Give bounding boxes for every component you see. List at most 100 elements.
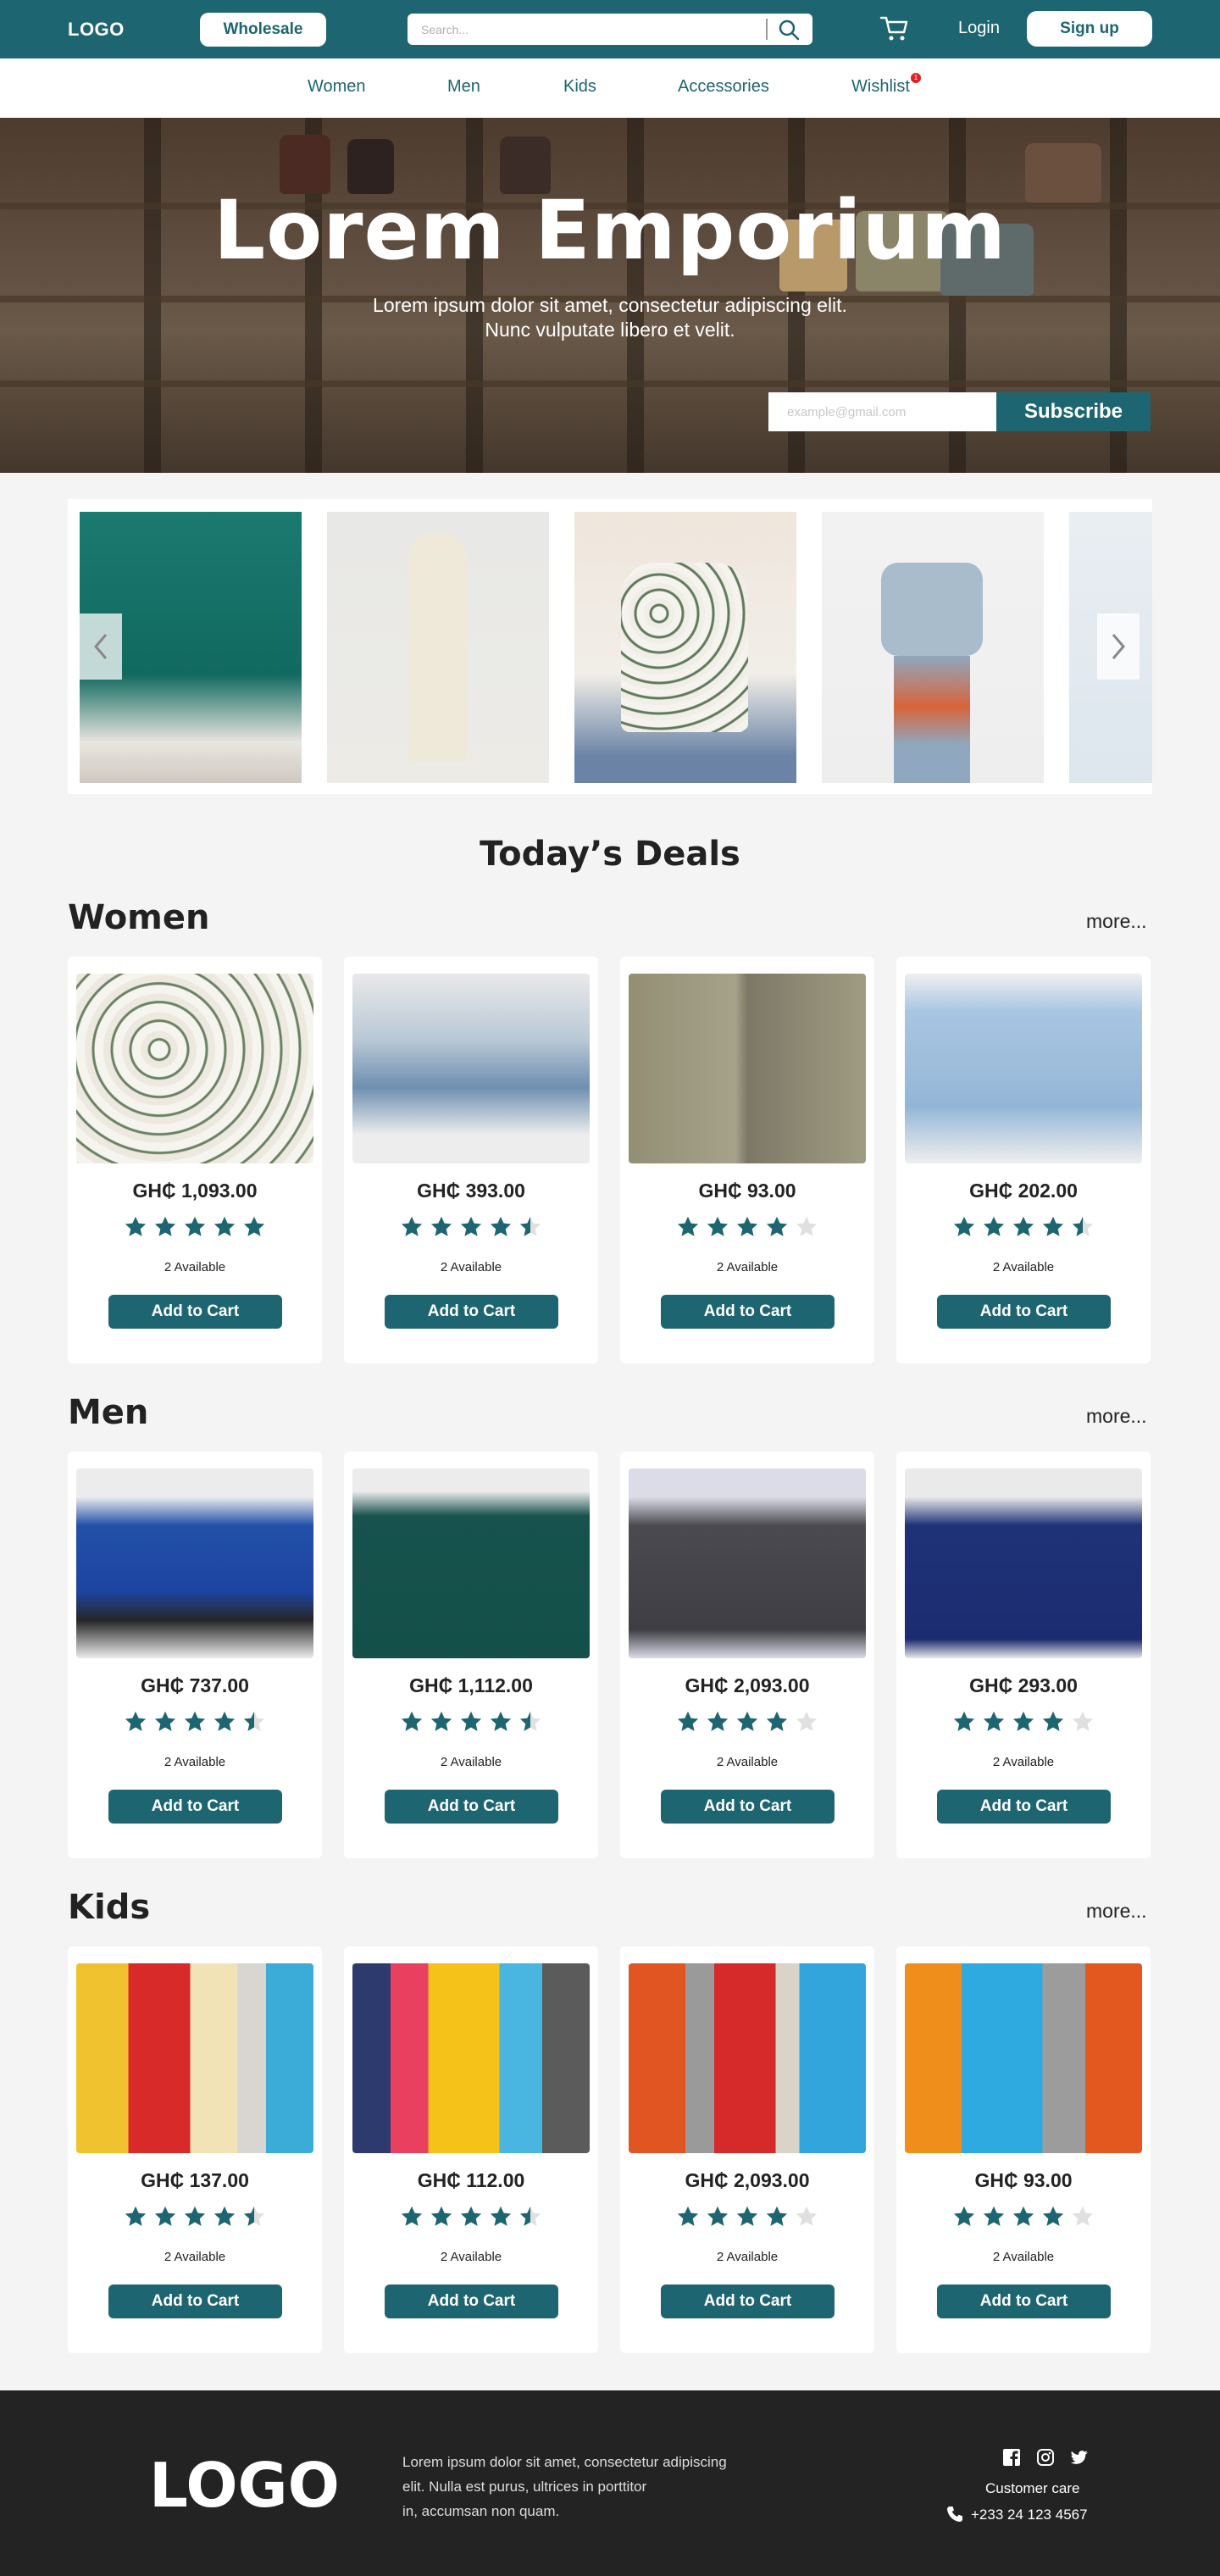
add-to-cart-button[interactable]: Add to Cart	[661, 1790, 835, 1824]
nav-item-men[interactable]: Men	[447, 77, 480, 97]
hero-subtitle-line: Nunc vulputate libero et velit.	[485, 319, 735, 341]
product-price: GH₵ 93.00	[974, 2169, 1073, 2191]
product-image[interactable]	[629, 974, 866, 1163]
carousel-image[interactable]	[327, 512, 549, 783]
product-image[interactable]	[905, 1468, 1142, 1658]
add-to-cart-button[interactable]: Add to Cart	[108, 2285, 282, 2318]
more-link-kids[interactable]: more...	[1086, 1900, 1147, 1923]
product-availability: 2 Available	[440, 1755, 502, 1769]
product-card[interactable]: GH₵ 2,093.00 2 Available Add to Cart	[620, 1946, 874, 2353]
add-to-cart-button[interactable]: Add to Cart	[108, 1295, 282, 1329]
product-availability: 2 Available	[164, 1260, 226, 1274]
star-icon	[401, 1711, 423, 1731]
nav-item-women[interactable]: Women	[308, 77, 366, 97]
add-to-cart-button[interactable]: Add to Cart	[108, 1790, 282, 1824]
product-card[interactable]: GH₵ 737.00 2 Available Add to Cart	[68, 1452, 322, 1858]
product-image[interactable]	[629, 1468, 866, 1658]
product-availability: 2 Available	[716, 1755, 779, 1769]
add-to-cart-button[interactable]: Add to Cart	[661, 2285, 835, 2318]
carousel-prev-button[interactable]	[80, 613, 122, 680]
product-availability: 2 Available	[164, 1755, 226, 1769]
star-icon	[430, 1216, 452, 1236]
product-image[interactable]	[76, 1963, 313, 2153]
floral-blouse	[621, 563, 748, 732]
product-image[interactable]	[352, 1468, 590, 1658]
product-rating	[620, 2205, 874, 2230]
customer-care-label: Customer care	[985, 2480, 1080, 2496]
carousel-image[interactable]	[822, 512, 1044, 783]
phone-number[interactable]: +233 24 123 4567	[971, 2507, 1088, 2523]
search-bar	[408, 14, 812, 45]
nav-item-kids[interactable]: Kids	[563, 77, 596, 97]
footer-text-line: elit. Nulla est purus, ultrices in portt…	[402, 2479, 647, 2495]
header-logo[interactable]: LOGO	[68, 19, 125, 41]
product-card[interactable]: GH₵ 1,093.00 2 Available Add to Cart	[68, 957, 322, 1363]
product-carousel[interactable]	[68, 499, 1152, 794]
denim-jacket	[881, 563, 983, 656]
product-availability: 2 Available	[440, 2250, 502, 2264]
star-icon	[154, 2206, 176, 2226]
login-link[interactable]: Login	[958, 19, 1000, 38]
star-icon	[1012, 2206, 1034, 2226]
more-link-men[interactable]: more...	[1086, 1405, 1147, 1428]
product-card[interactable]: GH₵ 393.00 2 Available Add to Cart	[344, 957, 598, 1363]
product-image[interactable]	[352, 1963, 590, 2153]
signup-button[interactable]: Sign up	[1027, 11, 1152, 47]
star-icon	[766, 1711, 788, 1731]
add-to-cart-button[interactable]: Add to Cart	[661, 1295, 835, 1329]
search-button[interactable]	[772, 16, 806, 42]
product-card[interactable]: GH₵ 1,112.00 2 Available Add to Cart	[344, 1452, 598, 1858]
product-rating	[344, 2205, 598, 2230]
footer-text-line: in, accumsan non quam.	[402, 2503, 560, 2519]
star-icon	[707, 1216, 729, 1236]
star-icon	[490, 2206, 512, 2226]
add-to-cart-button[interactable]: Add to Cart	[937, 1790, 1111, 1824]
nav-item-accessories[interactable]: Accessories	[678, 77, 769, 97]
star-icon	[1012, 1216, 1034, 1236]
more-link-women[interactable]: more...	[1086, 910, 1147, 933]
add-to-cart-button[interactable]: Add to Cart	[937, 2285, 1111, 2318]
footer-logo[interactable]: LOGO	[149, 2450, 340, 2521]
star-icon	[490, 1711, 512, 1731]
suit-figure	[408, 533, 467, 762]
add-to-cart-button[interactable]: Add to Cart	[385, 1790, 558, 1824]
product-price: GH₵ 737.00	[141, 1674, 249, 1696]
product-card[interactable]: GH₵ 137.00 2 Available Add to Cart	[68, 1946, 322, 2353]
star-icon	[1012, 1711, 1034, 1731]
carousel-image[interactable]	[574, 512, 796, 783]
wholesale-button[interactable]: Wholesale	[200, 13, 326, 47]
nav-item-wishlist[interactable]: Wishlist	[851, 77, 910, 97]
carousel-next-button[interactable]	[1097, 613, 1140, 680]
product-rating	[344, 1710, 598, 1735]
search-input[interactable]	[408, 14, 763, 45]
subscribe-button[interactable]: Subscribe	[996, 392, 1151, 431]
search-icon	[779, 19, 800, 40]
wishlist-badge: 1	[911, 73, 921, 83]
add-to-cart-button[interactable]: Add to Cart	[385, 1295, 558, 1329]
cart-button[interactable]	[879, 15, 910, 42]
add-to-cart-button[interactable]: Add to Cart	[937, 1295, 1111, 1329]
chevron-right-icon	[1112, 634, 1125, 659]
product-card[interactable]: GH₵ 93.00 2 Available Add to Cart	[896, 1946, 1151, 2353]
product-card[interactable]: GH₵ 93.00 2 Available Add to Cart	[620, 957, 874, 1363]
product-card[interactable]: GH₵ 2,093.00 2 Available Add to Cart	[620, 1452, 874, 1858]
star-icon	[953, 2206, 975, 2226]
product-image[interactable]	[905, 974, 1142, 1163]
product-image[interactable]	[629, 1963, 866, 2153]
product-card[interactable]: GH₵ 112.00 2 Available Add to Cart	[344, 1946, 598, 2353]
product-image[interactable]	[352, 974, 590, 1163]
section-title-women: Women	[68, 898, 210, 937]
star-icon	[460, 1216, 482, 1236]
product-image[interactable]	[76, 1468, 313, 1658]
instagram-icon[interactable]	[1036, 2448, 1055, 2467]
add-to-cart-button[interactable]: Add to Cart	[385, 2285, 558, 2318]
facebook-icon[interactable]	[1002, 2448, 1021, 2467]
newsletter-email-input[interactable]	[768, 392, 996, 431]
product-card[interactable]: GH₵ 293.00 2 Available Add to Cart	[896, 1452, 1151, 1858]
twitter-icon[interactable]	[1070, 2448, 1089, 2467]
product-card[interactable]: GH₵ 202.00 2 Available Add to Cart	[896, 957, 1151, 1363]
product-image[interactable]	[905, 1963, 1142, 2153]
product-image[interactable]	[76, 974, 313, 1163]
star-icon	[796, 1711, 818, 1731]
footer-description: Lorem ipsum dolor sit amet, consectetur …	[402, 2450, 775, 2523]
